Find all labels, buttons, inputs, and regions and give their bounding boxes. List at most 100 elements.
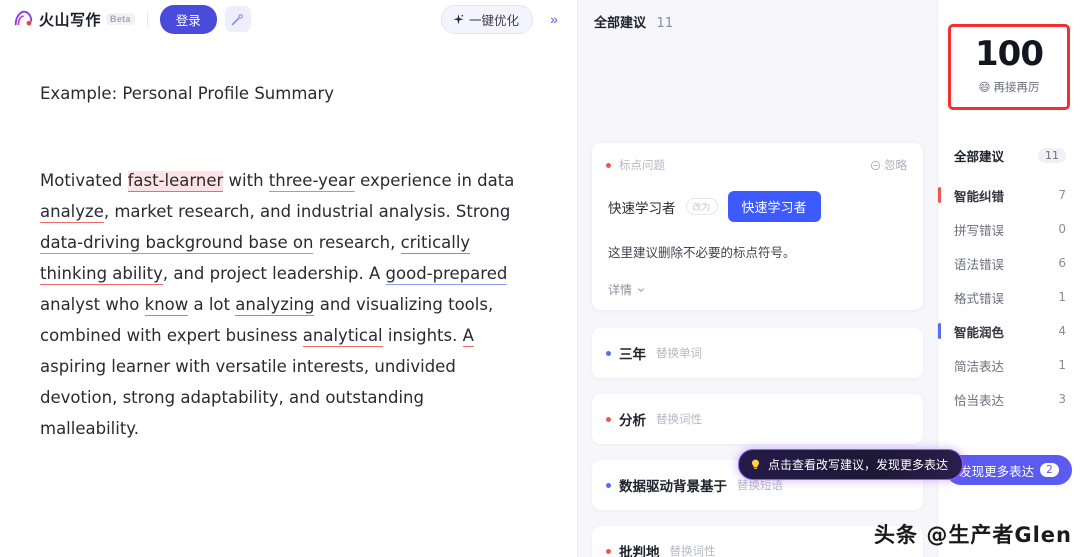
divider — [146, 11, 148, 27]
category-label: 格式错误 — [954, 290, 1005, 306]
flagged-text-run[interactable]: A — [462, 326, 474, 347]
score-emoji-icon: 😄 — [978, 80, 991, 94]
flagged-text-run[interactable]: analytical — [302, 326, 383, 347]
category-count: 3 — [1058, 392, 1066, 406]
score-value: 100 — [971, 34, 1047, 74]
flagged-text-run[interactable]: fast-learner — [127, 171, 224, 192]
suggestion-card[interactable]: 标点问题 忽略 快速学习者 改为 快速学习者 这里建议删除不必要的标点符号。 详… — [592, 143, 923, 310]
category-label: 智能润色 — [954, 324, 1005, 340]
category-count: 7 — [1058, 188, 1066, 202]
severity-dot-icon — [606, 416, 611, 422]
magic-wand-icon[interactable] — [224, 6, 251, 32]
arrow-pill-label: 改为 — [685, 198, 718, 215]
text-run: , and project leadership. A — [162, 264, 386, 283]
top-bar: 火山写作 Beta 登录 一键优化 » — [0, 0, 577, 38]
watermark: 头条 @生产者Glen — [874, 523, 1072, 547]
optimize-label: 一键优化 — [468, 12, 519, 28]
chevron-down-icon — [638, 287, 645, 292]
category-count: 4 — [1058, 324, 1066, 338]
severity-dot-icon — [606, 548, 611, 554]
suggestion-row-word: 数据驱动背景基于 — [619, 479, 727, 495]
details-toggle[interactable]: 详情 — [608, 281, 907, 298]
flagged-text-run[interactable]: three-year — [268, 171, 355, 192]
text-run: with — [223, 171, 269, 190]
ignore-label: 忽略 — [884, 158, 907, 172]
text-run: Motivated — [40, 171, 128, 190]
category-count: 1 — [1058, 358, 1066, 372]
editor-pane: 火山写作 Beta 登录 一键优化 » Example: Personal Pr… — [0, 0, 578, 557]
suggestion-card-header: 标点问题 忽略 — [606, 157, 907, 173]
category-label: 恰当表达 — [954, 392, 1005, 408]
text-run: analyst who — [40, 295, 145, 314]
category-item-1[interactable]: 智能纠错 7 — [938, 178, 1080, 212]
flagged-text-run[interactable]: data-driving background base on — [40, 233, 314, 254]
category-item-4[interactable]: 格式错误 1 — [938, 280, 1080, 314]
suggestion-tag: 标点问题 — [619, 158, 665, 172]
category-label: 简洁表达 — [954, 358, 1005, 374]
category-item-3[interactable]: 语法错误 6 — [938, 246, 1080, 280]
category-list: 全部建议 11 智能纠错 7 拼写错误 0 语法错误 6 格式错误 1 智能润色 4 简洁表达 1 恰当表达… — [938, 138, 1080, 416]
rewrite-tooltip: 点击查看改写建议，发现更多表达 — [738, 449, 964, 480]
details-label: 详情 — [608, 283, 633, 297]
suggestion-row[interactable]: 三年 替换单词 — [592, 328, 923, 378]
suggestions-pane: 全部建议 11 标点问题 忽略 快速学习者 改为 快速学习者 这里建议删除不必要… — [578, 0, 964, 557]
brand: 火山写作 Beta — [12, 8, 135, 30]
score-caption: 😄 再接再厉 — [951, 79, 1067, 95]
flagged-text-run[interactable]: know — [144, 295, 189, 316]
category-item-6[interactable]: 简洁表达 1 — [938, 348, 1080, 382]
category-count: 0 — [1058, 222, 1066, 236]
suggestion-row[interactable]: 分析 替换词性 — [592, 394, 923, 444]
text-run: insights. — [382, 326, 463, 345]
suggestion-row-word: 分析 — [619, 413, 646, 429]
text-run: research, — [313, 233, 401, 252]
flagged-text-run[interactable]: analyze — [40, 202, 104, 223]
flagged-text-run[interactable]: good-prepared — [385, 264, 508, 285]
app-root: 火山写作 Beta 登录 一键优化 » Example: Personal Pr… — [0, 0, 1080, 557]
volcano-logo-icon — [14, 10, 33, 26]
category-item-7[interactable]: 恰当表达 3 — [938, 382, 1080, 416]
category-item-5[interactable]: 智能润色 4 — [938, 314, 1080, 348]
category-item-0[interactable]: 全部建议 11 — [938, 138, 1080, 172]
collapse-panel-button[interactable]: » — [541, 6, 567, 32]
lightbulb-icon — [751, 459, 760, 470]
flagged-text-run[interactable]: analyzing — [235, 295, 315, 316]
apply-replacement-button[interactable]: 快速学习者 — [727, 191, 821, 222]
severity-dot-icon — [606, 482, 611, 488]
one-click-optimize-button[interactable]: 一键优化 — [440, 4, 533, 34]
score-caption-label: 再接再厉 — [993, 80, 1040, 94]
text-run: aspiring learner with versatile interest… — [40, 357, 456, 438]
document-editor[interactable]: Example: Personal Profile Summary Motiva… — [0, 38, 577, 444]
text-run: experience in data — [354, 171, 515, 190]
replacement-row: 快速学习者 改为 快速学习者 — [608, 191, 907, 222]
suggestions-header: 全部建议 11 — [578, 0, 937, 31]
category-label: 拼写错误 — [954, 222, 1005, 238]
magic-wand-glyph — [232, 13, 244, 25]
suggestion-row-kind: 替换单词 — [656, 346, 702, 360]
category-count: 6 — [1058, 256, 1066, 270]
suggestion-row-kind: 替换词性 — [669, 544, 716, 557]
original-text: 快速学习者 — [608, 200, 676, 217]
severity-dot-icon — [606, 350, 611, 356]
text-run: a lot — [188, 295, 236, 314]
beta-badge: Beta — [106, 13, 135, 25]
category-count: 11 — [1038, 147, 1066, 163]
text-run: , market research, and industrial analys… — [103, 202, 511, 221]
suggestion-row-kind: 替换词性 — [656, 412, 702, 426]
category-count: 1 — [1058, 290, 1066, 304]
ignore-button[interactable]: 忽略 — [870, 157, 907, 173]
category-label: 语法错误 — [954, 256, 1005, 272]
document-paragraph[interactable]: Motivated fast-learner with three-year e… — [40, 165, 520, 444]
minus-circle-icon — [870, 160, 881, 170]
category-accent-bar — [938, 323, 941, 339]
suggestions-header-label: 全部建议 — [594, 16, 647, 31]
category-label: 全部建议 — [954, 148, 1005, 164]
suggestion-row-word: 批判地 — [619, 545, 660, 557]
suggestion-row-word: 三年 — [619, 347, 646, 363]
tooltip-text: 点击查看改写建议，发现更多表达 — [768, 458, 949, 472]
severity-dot-icon — [606, 162, 611, 168]
category-item-2[interactable]: 拼写错误 0 — [938, 212, 1080, 246]
discover-more-button[interactable]: 发现更多表达 2 — [946, 455, 1072, 485]
login-button[interactable]: 登录 — [159, 4, 217, 34]
category-label: 智能纠错 — [954, 188, 1005, 204]
document-title: Example: Personal Profile Summary — [40, 84, 335, 103]
